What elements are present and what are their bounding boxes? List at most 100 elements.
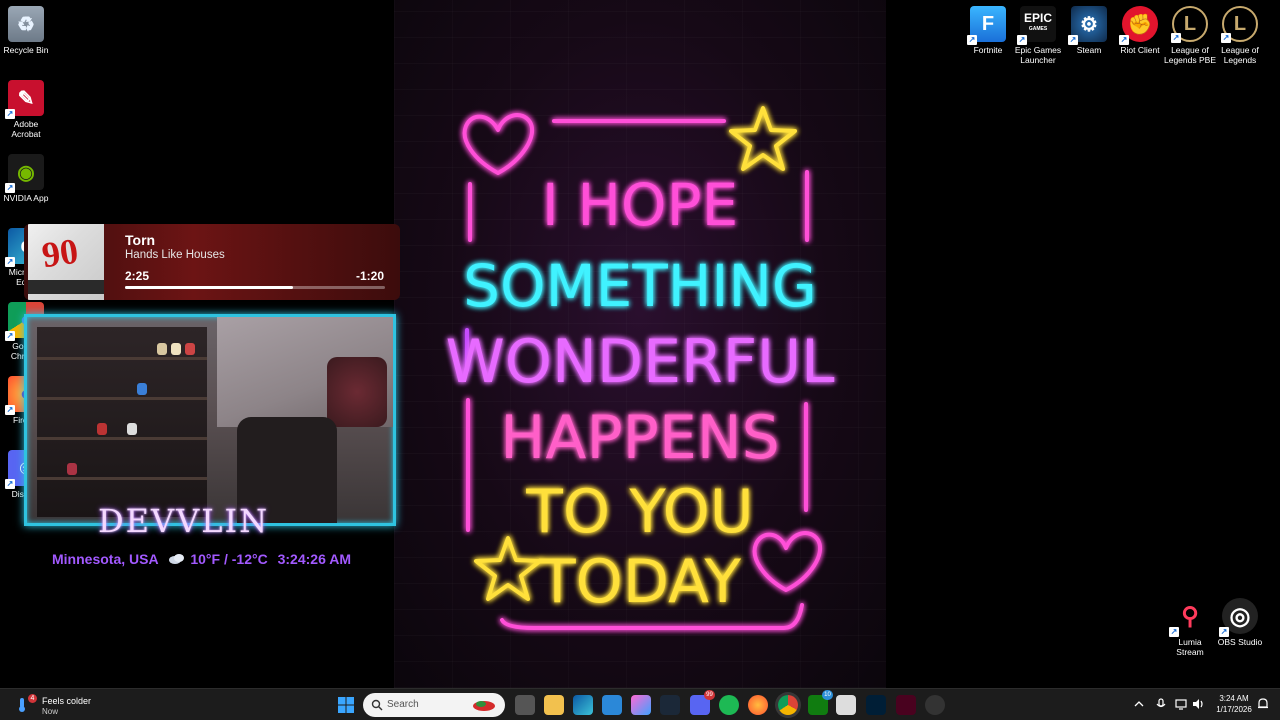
clock-date[interactable]: 1/17/2026 xyxy=(1212,705,1256,714)
desktop-icon-obs[interactable]: ◎ ↗ OBS Studio xyxy=(1214,598,1266,647)
shortcut-arrow-icon: ↗ xyxy=(5,479,15,489)
taskbar-snipping-tool-icon[interactable] xyxy=(836,695,856,715)
webcam-shelf xyxy=(37,327,207,517)
epic-games-icon: EPIC GAMES ↗ xyxy=(1017,6,1056,45)
recycle-bin-icon: ♻ xyxy=(8,6,44,42)
shortcut-arrow-icon: ↗ xyxy=(1169,627,1179,637)
neon-line-4: HAPPENS xyxy=(500,403,779,473)
star-bottom-left xyxy=(474,536,542,601)
taskbar-microsoft-store-icon[interactable] xyxy=(602,695,622,715)
desktop-icon-lumia-stream[interactable]: ⚲ ↗ Lumia Stream xyxy=(1164,598,1216,657)
desktop-icon-label: NVIDIA App xyxy=(3,193,49,203)
notification-bell-icon[interactable] xyxy=(1256,697,1270,711)
weather-badge: 4 xyxy=(28,694,37,703)
nvidia-icon: ◉ ↗ xyxy=(5,154,44,193)
league-icon: L ↗ xyxy=(1221,6,1258,43)
heart-top-left xyxy=(462,113,534,175)
desktop-icon-label: Epic Games Launcher xyxy=(1014,45,1062,65)
desktop-icon-label: Recycle Bin xyxy=(3,45,49,55)
desktop-icon-label: Adobe Acrobat xyxy=(11,119,41,139)
track-artist: Hands Like Houses xyxy=(125,249,225,261)
neon-wallpaper: I HOPE SOMETHING WONDERFUL HAPPENS TO YOU TOD… xyxy=(394,0,886,688)
star-top-right xyxy=(729,106,797,171)
taskbar-discord-icon[interactable]: 99 xyxy=(690,690,715,715)
taskbar-photoshop-icon[interactable] xyxy=(866,695,886,715)
weather-condition: Feels colder xyxy=(42,696,92,706)
shortcut-arrow-icon: ↗ xyxy=(5,405,15,415)
obs-icon: ◎ ↗ xyxy=(1219,598,1258,637)
taskbar-badge: 99 xyxy=(704,690,715,700)
desktop-icon-league-pbe[interactable]: L ↗ League of Legends PBE xyxy=(1164,6,1216,65)
lumia-stream-icon: ⚲ ↗ xyxy=(1169,602,1199,637)
clock-time[interactable]: 3:24 AM xyxy=(1218,694,1250,703)
progress-bar[interactable] xyxy=(125,286,385,289)
weather-widget[interactable]: 4 Feels colder Now xyxy=(8,691,118,719)
shortcut-arrow-icon: ↗ xyxy=(1171,33,1181,43)
neon-line-1: I HOPE xyxy=(542,171,738,239)
cloud-icon xyxy=(169,554,185,564)
taskbar-indesign-icon[interactable] xyxy=(896,695,916,715)
progress-fill xyxy=(125,286,293,289)
shortcut-arrow-icon: ↗ xyxy=(1017,35,1027,45)
taskbar-edge-icon[interactable] xyxy=(573,695,593,715)
chevron-up-icon[interactable] xyxy=(1132,697,1146,711)
desktop-icon-label: Lumia Stream xyxy=(1176,637,1204,657)
taskbar-badge: 10 xyxy=(822,690,833,700)
desktop-icon-label: Steam xyxy=(1076,45,1102,55)
shortcut-arrow-icon: ↗ xyxy=(1219,627,1229,637)
shortcut-arrow-icon: ↗ xyxy=(1221,33,1231,43)
desktop-icon-recycle-bin[interactable]: ♻ Recycle Bin xyxy=(0,6,52,55)
album-art-number: 90 xyxy=(39,230,81,276)
microphone-icon[interactable] xyxy=(1154,697,1168,711)
taskbar-spotify-icon[interactable] xyxy=(719,695,739,715)
taskbar-search[interactable]: Search xyxy=(363,693,505,717)
shortcut-arrow-icon: ↗ xyxy=(5,183,15,193)
desktop-icon-nvidia[interactable]: ◉ ↗ NVIDIA App xyxy=(0,154,52,203)
search-placeholder: Search xyxy=(387,699,419,710)
shortcut-arrow-icon: ↗ xyxy=(5,109,15,119)
desktop-icon-label: Riot Client xyxy=(1120,45,1160,55)
desktop-icon-riot-client[interactable]: ✊ ↗ Riot Client xyxy=(1114,6,1166,55)
volume-icon[interactable] xyxy=(1191,697,1205,711)
start-icon[interactable] xyxy=(336,695,356,715)
desktop-icon-fortnite[interactable]: F ↗ Fortnite xyxy=(962,6,1014,55)
taskbar-task-view-icon[interactable] xyxy=(515,695,535,715)
overlay-temperature: 10°F / -12°C xyxy=(190,551,268,567)
taskbar-firefox-icon[interactable] xyxy=(748,695,768,715)
taskbar-xbox-icon[interactable]: 10 xyxy=(808,690,833,715)
neon-line-6: TODAY xyxy=(538,547,741,617)
network-icon[interactable] xyxy=(1174,697,1188,711)
time-elapsed: 2:25 xyxy=(125,269,150,283)
riot-client-icon: ✊ ↗ xyxy=(1119,6,1158,45)
desktop-icon-label: League of Legends PBE xyxy=(1164,45,1216,65)
search-highlight-icon xyxy=(473,701,495,711)
desktop-icon-epic-games[interactable]: EPIC GAMES ↗ Epic Games Launcher xyxy=(1012,6,1064,65)
now-playing-widget[interactable]: 90 Torn Hands Like Houses 2:25 -1:20 xyxy=(24,224,400,300)
steam-icon: ⚙ ↗ xyxy=(1068,6,1107,45)
desktop-icon-league[interactable]: L ↗ League of Legends xyxy=(1214,6,1266,65)
shortcut-arrow-icon: ↗ xyxy=(5,331,15,341)
desktop-icon-label: OBS Studio xyxy=(1217,637,1263,647)
desktop-icon-steam[interactable]: ⚙ ↗ Steam xyxy=(1063,6,1115,55)
taskbar-copilot-icon[interactable] xyxy=(631,695,651,715)
overlay-info-line: Minnesota, USA 10°F / -12°C 3:24:26 AM xyxy=(52,551,357,567)
neon-line-2: SOMETHING xyxy=(463,252,817,320)
taskbar-file-explorer-icon[interactable] xyxy=(544,695,564,715)
weather-time: Now xyxy=(42,707,59,716)
search-icon xyxy=(371,699,383,711)
desktop-icon-label: League of Legends xyxy=(1221,45,1259,65)
webcam-overlay xyxy=(24,314,396,526)
neon-sign: I HOPE SOMETHING WONDERFULHAPPENSTO YOUTOD… xyxy=(445,106,835,630)
neon-line-3: WONDERFUL xyxy=(445,327,835,397)
album-art: 90 xyxy=(28,224,104,300)
shortcut-arrow-icon: ↗ xyxy=(1119,35,1129,45)
track-title: Torn xyxy=(125,232,156,248)
taskbar-steam-icon[interactable] xyxy=(660,695,680,715)
taskbar: 4 Feels colder Now Search 99 10 3:24 AM 1… xyxy=(0,688,1280,720)
fortnite-glyph: F xyxy=(981,12,995,35)
fortnite-icon: F ↗ xyxy=(967,6,1006,45)
shortcut-arrow-icon: ↗ xyxy=(5,257,15,267)
taskbar-obs-icon[interactable] xyxy=(925,695,945,715)
desktop-icon-adobe-acrobat[interactable]: ✎ ↗ Adobe Acrobat xyxy=(0,80,52,139)
taskbar-chrome-icon[interactable] xyxy=(778,695,798,715)
